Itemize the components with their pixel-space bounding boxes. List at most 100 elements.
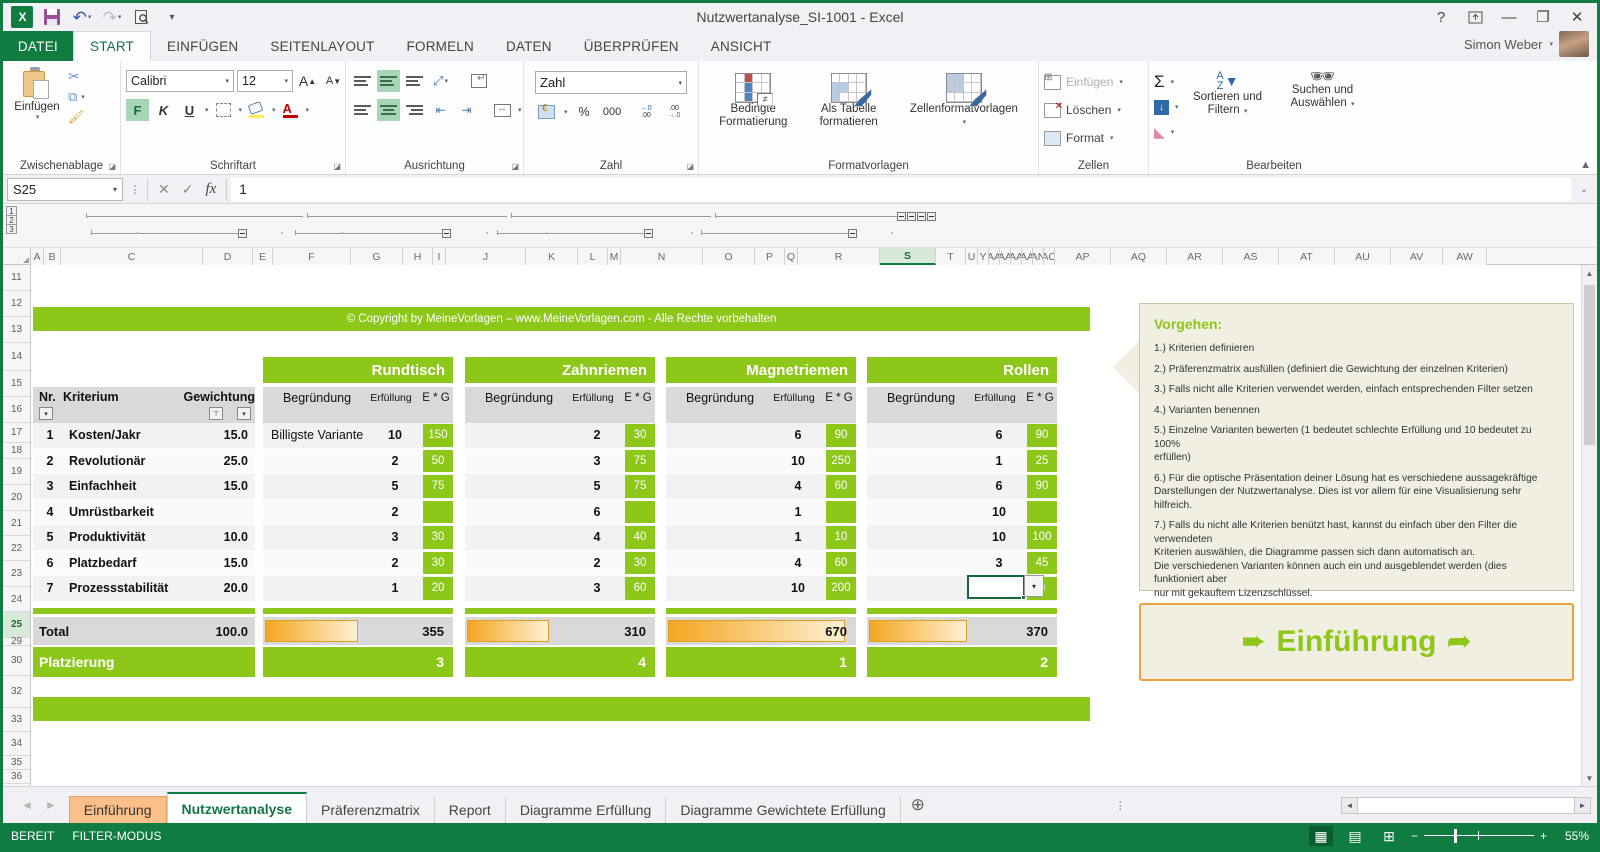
percent-format-button[interactable]: %: [573, 101, 596, 123]
row-header-14[interactable]: 14: [3, 343, 30, 371]
column-header-b-1[interactable]: B: [44, 248, 61, 265]
vertical-scroll-thumb[interactable]: [1584, 285, 1595, 445]
tab-start[interactable]: START: [73, 31, 151, 61]
page-layout-view-button[interactable]: ▤: [1343, 826, 1367, 846]
collapse-ribbon-button[interactable]: ▲: [1580, 159, 1591, 171]
align-left-button[interactable]: [351, 99, 374, 121]
number-format-combo[interactable]: Zahl▾: [535, 71, 687, 94]
variant-score[interactable]: 2: [369, 449, 421, 474]
align-right-button[interactable]: [403, 99, 426, 121]
decrease-decimal-button[interactable]: .00→.0: [663, 101, 686, 123]
font-dialog-launcher[interactable]: ◪: [333, 162, 341, 171]
paste-button[interactable]: Einfügen ▾: [8, 65, 66, 121]
number-dialog-launcher[interactable]: ◪: [686, 162, 694, 171]
variant-score[interactable]: 2: [369, 551, 421, 576]
column-header-a-0[interactable]: A: [31, 248, 44, 265]
selected-cell[interactable]: [967, 575, 1025, 599]
variant-reason[interactable]: [467, 576, 571, 601]
variant-score[interactable]: 3: [973, 551, 1025, 576]
redo-icon[interactable]: ↷▾: [99, 5, 125, 29]
font-size-combo[interactable]: 12▾: [237, 70, 293, 92]
decrease-font-size-button[interactable]: A▼: [322, 70, 345, 92]
column-header-at-32[interactable]: AT: [1279, 248, 1335, 265]
scroll-down-button[interactable]: ▼: [1582, 770, 1597, 786]
column-header-l-11[interactable]: L: [578, 248, 608, 265]
variant-reason[interactable]: [668, 576, 772, 601]
outline-collapse-g2[interactable]: [442, 229, 451, 238]
variant-reason[interactable]: [265, 551, 369, 576]
column-header-g-6[interactable]: G: [351, 248, 403, 265]
cell-canvas[interactable]: © Copyright by MeineVorlagen – www.Meine…: [31, 265, 1597, 786]
column-header-ap-28[interactable]: AP: [1055, 248, 1111, 265]
column-header-m-12[interactable]: M: [608, 248, 621, 265]
row-header-11[interactable]: 11: [3, 265, 30, 291]
conditional-formatting-button[interactable]: ≠ Bedingte Formatierung: [715, 71, 791, 129]
zoom-level[interactable]: 55%: [1557, 829, 1589, 843]
formula-input[interactable]: 1: [231, 178, 1571, 201]
tab-seitenlayout[interactable]: SEITENLAYOUT: [254, 31, 390, 61]
thousands-separator-button[interactable]: 000: [601, 101, 624, 123]
variant-reason[interactable]: [869, 551, 973, 576]
variant-score[interactable]: 4: [571, 525, 623, 550]
scroll-right-button[interactable]: ►: [1574, 797, 1591, 814]
row-header-13[interactable]: 13: [3, 317, 30, 343]
variant-reason[interactable]: [265, 500, 369, 525]
column-header-aa-22[interactable]: AA: [989, 248, 1000, 265]
insert-cells-button[interactable]: Einfügen▾: [1044, 69, 1123, 95]
column-header-u-20[interactable]: U: [966, 248, 978, 265]
row-header-34[interactable]: 34: [3, 732, 30, 756]
row-header-32[interactable]: 32: [3, 676, 30, 708]
variant-score[interactable]: 10: [973, 500, 1025, 525]
column-header-t-19[interactable]: T: [936, 248, 966, 265]
tab-formeln[interactable]: FORMELN: [391, 31, 490, 61]
autosum-button[interactable]: Σ▾: [1154, 71, 1179, 93]
column-header-k-10[interactable]: K: [526, 248, 578, 265]
page-break-view-button[interactable]: ⊞: [1377, 826, 1401, 846]
row-header-29[interactable]: 29: [3, 638, 30, 646]
variant-reason[interactable]: [668, 525, 772, 550]
row-header-19[interactable]: 19: [3, 459, 30, 485]
sheet-tab-diagramme-gewichtete-erfüllung[interactable]: Diagramme Gewichtete Erfüllung: [666, 796, 900, 823]
variant-reason[interactable]: [869, 576, 973, 601]
alignment-dialog-launcher[interactable]: ◪: [511, 162, 519, 171]
variant-score[interactable]: 2: [571, 423, 623, 448]
scroll-up-button[interactable]: ▲: [1582, 265, 1597, 281]
variant-score[interactable]: 2: [571, 551, 623, 576]
column-header-aa-23[interactable]: AA: [1000, 248, 1011, 265]
ribbon-display-options-icon[interactable]: [1459, 5, 1491, 29]
variant-reason[interactable]: [265, 474, 369, 499]
variant-reason[interactable]: [869, 500, 973, 525]
column-header-c-2[interactable]: C: [61, 248, 203, 265]
bold-button[interactable]: F: [126, 99, 149, 121]
align-bottom-button[interactable]: [403, 70, 426, 92]
format-cells-button[interactable]: Format▾: [1044, 125, 1114, 151]
clipboard-dialog-launcher[interactable]: ◪: [108, 162, 116, 171]
align-center-button[interactable]: [377, 99, 400, 121]
variant-reason[interactable]: [467, 423, 571, 448]
variant-score[interactable]: 10: [973, 525, 1025, 550]
chevron-down-icon[interactable]: ▾: [113, 185, 117, 194]
outline-collapse-3[interactable]: [917, 212, 926, 221]
scroll-left-button[interactable]: ◄: [1341, 797, 1358, 814]
italic-button[interactable]: K: [152, 99, 175, 121]
sheet-tab-nutzwertanalyse[interactable]: Nutzwertanalyse: [167, 792, 307, 823]
prev-sheet-icon[interactable]: ◄: [21, 798, 33, 812]
sheet-tab-präferenzmatrix[interactable]: Präferenzmatrix: [307, 796, 435, 823]
column-header-aq-29[interactable]: AQ: [1111, 248, 1167, 265]
outline-collapse-g1[interactable]: [238, 229, 247, 238]
align-middle-button[interactable]: [377, 70, 400, 92]
column-header-n-13[interactable]: N: [621, 248, 703, 265]
variant-reason[interactable]: [668, 500, 772, 525]
variant-score[interactable]: 5: [369, 474, 421, 499]
variant-reason[interactable]: [869, 474, 973, 499]
column-header-y-21[interactable]: Y: [978, 248, 989, 265]
column-header-d-3[interactable]: D: [203, 248, 253, 265]
insert-function-icon[interactable]: fx: [205, 181, 216, 198]
zoom-out-button[interactable]: −: [1411, 829, 1418, 843]
variant-score[interactable]: 6: [973, 423, 1025, 448]
variant-score[interactable]: 10: [772, 576, 824, 601]
outline-collapse-2[interactable]: [907, 212, 916, 221]
font-name-combo[interactable]: Calibri▾: [126, 70, 234, 92]
variant-reason[interactable]: [467, 551, 571, 576]
row-header-36[interactable]: 36: [3, 770, 30, 784]
